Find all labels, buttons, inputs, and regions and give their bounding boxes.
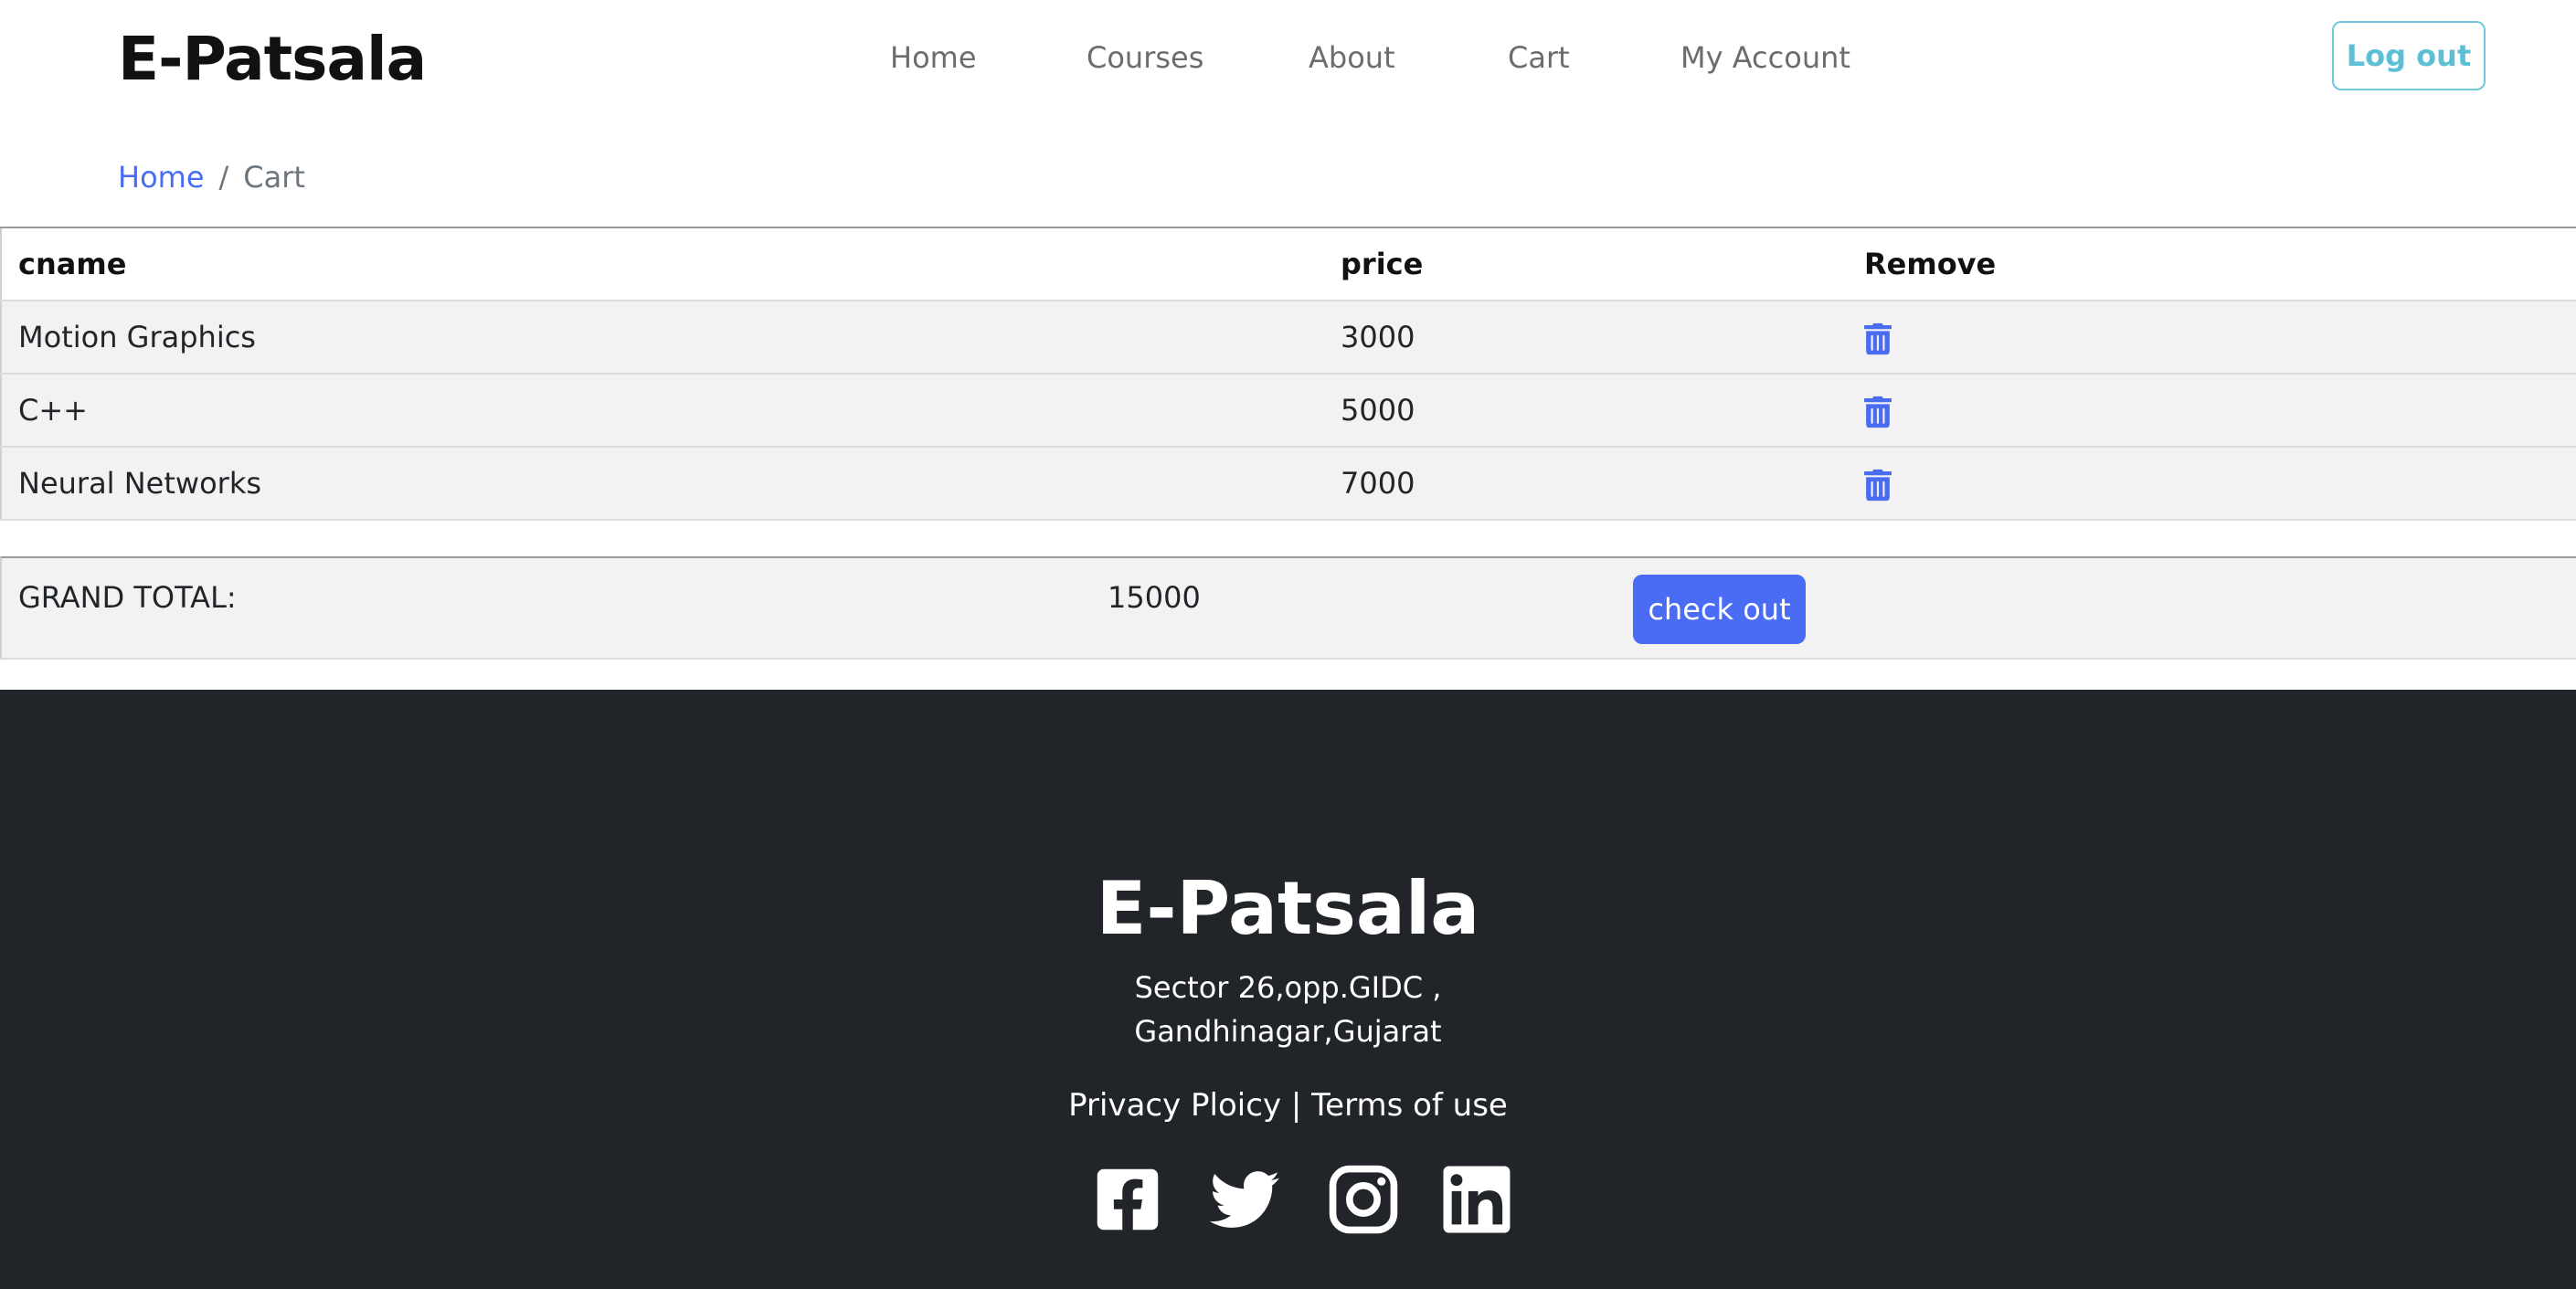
nav-home-link[interactable]: Home — [890, 35, 977, 80]
remove-cell — [1848, 447, 2576, 521]
footer: E-Patsala Sector 26,opp.GIDC , Gandhinag… — [0, 690, 2576, 1289]
twitter-icon[interactable] — [1210, 1165, 1279, 1234]
footer-links-divider: | — [1290, 1087, 1302, 1124]
table-header-row: cname price Remove — [1, 227, 2576, 301]
breadcrumb-home-link[interactable]: Home — [118, 160, 205, 195]
remove-cell — [1848, 301, 2576, 375]
nav-courses-link[interactable]: Courses — [1087, 35, 1203, 80]
footer-brand: E-Patsala — [1096, 866, 1480, 951]
trash-icon[interactable] — [1864, 322, 1892, 355]
trash-icon[interactable] — [1864, 396, 1892, 428]
course-price-cell: 3000 — [1324, 301, 1848, 375]
checkout-button[interactable]: check out — [1633, 575, 1806, 644]
navbar: E-Patsala Home Courses About Cart My Acc… — [0, 0, 2576, 115]
logout-button[interactable]: Log out — [2332, 21, 2486, 90]
remove-cell — [1848, 374, 2576, 448]
course-name-cell: C++ — [1, 374, 1324, 448]
grand-total-value: 15000 — [1108, 580, 1201, 615]
course-name-cell: Motion Graphics — [1, 301, 1324, 375]
course-price-cell: 5000 — [1324, 374, 1848, 448]
header-price: price — [1324, 227, 1848, 301]
table-row: C++ 5000 — [1, 374, 2576, 448]
footer-links: Privacy Ploicy | Terms of use — [0, 1084, 2576, 1126]
grand-total-bar: GRAND TOTAL: 15000 check out — [0, 556, 2576, 660]
cart-table: cname price Remove Motion Graphics 3000 … — [0, 227, 2576, 521]
brand-logo[interactable]: E-Patsala — [118, 20, 427, 99]
nav-my-account-link[interactable]: My Account — [1680, 35, 1850, 80]
address-line-1: Sector 26,opp.GIDC , — [1134, 970, 1442, 1005]
linkedin-icon[interactable] — [1442, 1165, 1511, 1234]
table-row: Motion Graphics 3000 — [1, 301, 2576, 375]
breadcrumb: Home / Cart — [118, 153, 305, 201]
footer-address: Sector 26,opp.GIDC , Gandhinagar,Gujarat — [0, 966, 2576, 1053]
header-remove: Remove — [1848, 227, 2576, 301]
privacy-policy-link[interactable]: Privacy Ploicy — [1068, 1087, 1281, 1124]
facebook-icon[interactable] — [1093, 1165, 1162, 1234]
nav-about-link[interactable]: About — [1309, 35, 1395, 80]
breadcrumb-current: Cart — [243, 160, 305, 195]
course-name-cell: Neural Networks — [1, 447, 1324, 521]
nav-cart-link[interactable]: Cart — [1508, 35, 1570, 80]
terms-of-use-link[interactable]: Terms of use — [1311, 1087, 1508, 1124]
trash-icon[interactable] — [1864, 469, 1892, 502]
breadcrumb-separator: / — [218, 160, 229, 195]
course-price-cell: 7000 — [1324, 447, 1848, 521]
table-row: Neural Networks 7000 — [1, 447, 2576, 521]
header-cname: cname — [1, 227, 1324, 301]
instagram-icon[interactable] — [1329, 1165, 1398, 1234]
social-links — [0, 1165, 2576, 1234]
address-line-2: Gandhinagar,Gujarat — [1134, 1014, 1442, 1049]
grand-total-label: GRAND TOTAL: — [18, 580, 237, 615]
